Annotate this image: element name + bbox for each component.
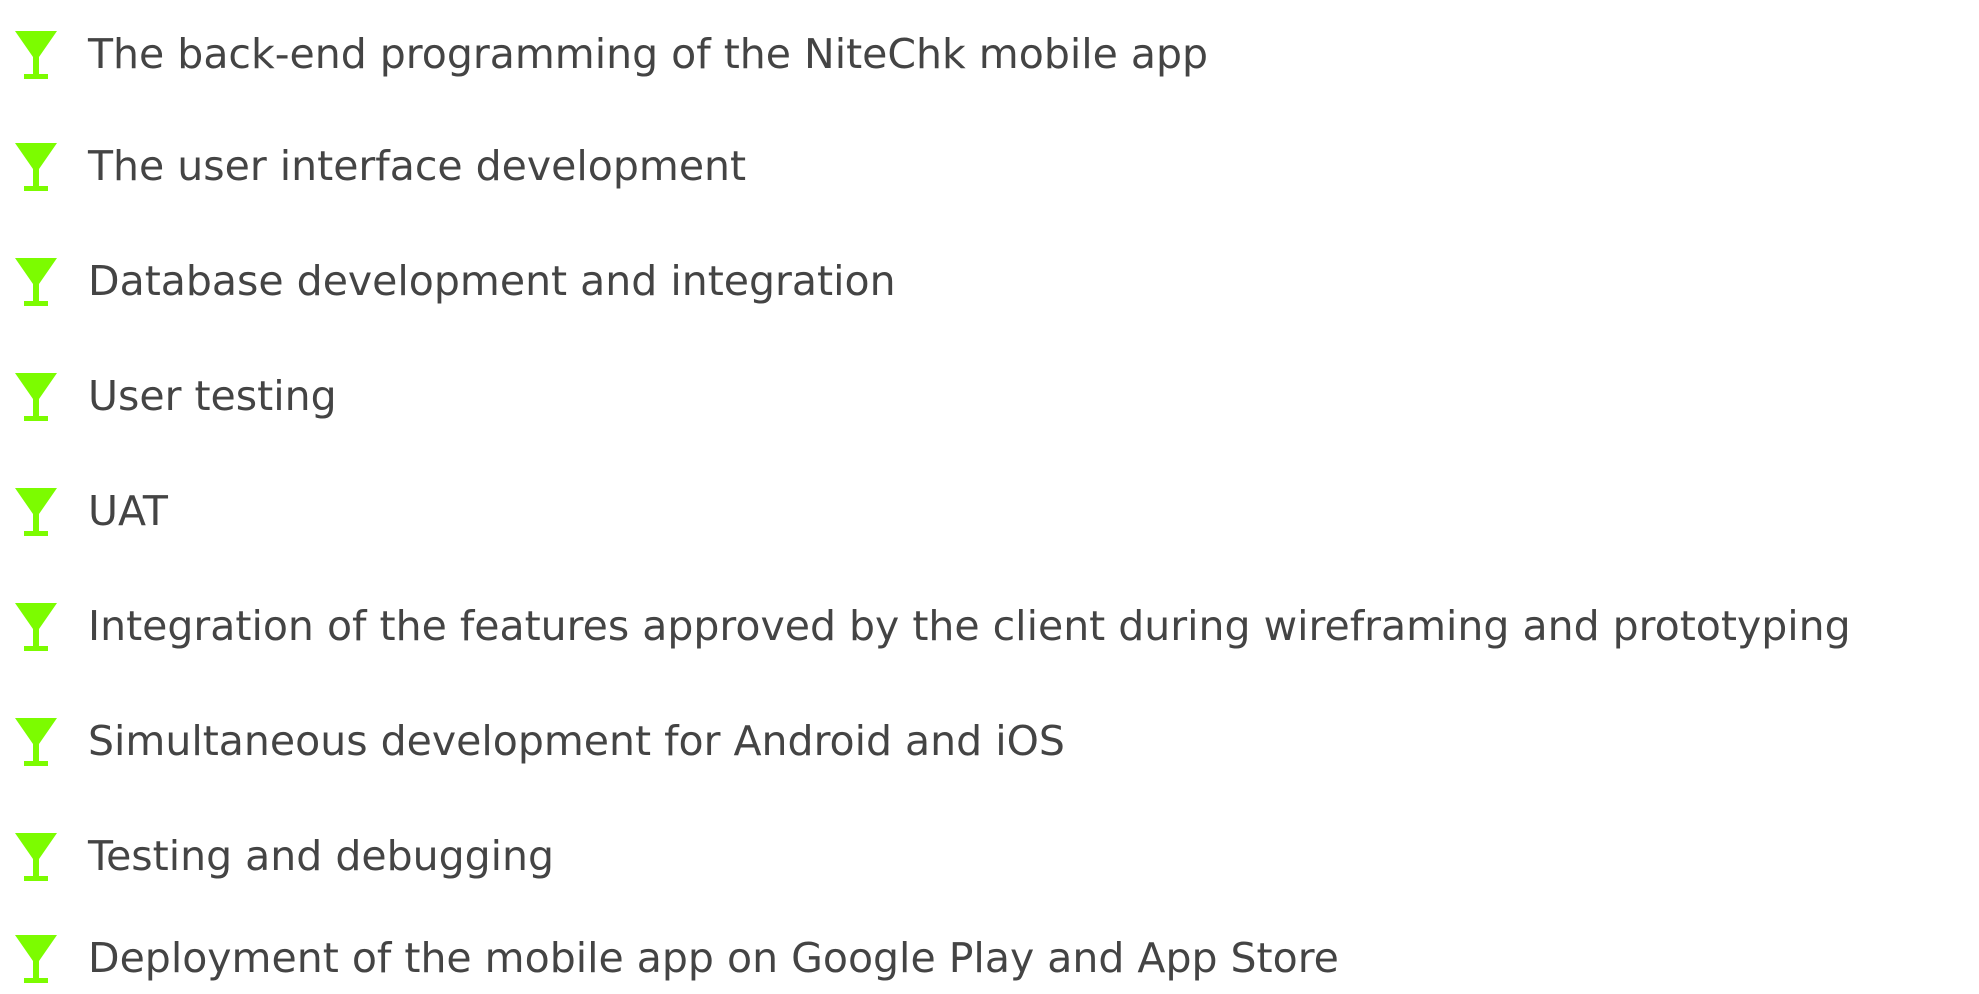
list-item-label: Deployment of the mobile app on Google P… [88, 934, 1339, 982]
martini-glass-icon [14, 602, 58, 652]
list-item: User testing [0, 366, 1979, 426]
list-item-label: Integration of the features approved by … [88, 602, 1851, 650]
list-item-label: Database development and integration [88, 257, 896, 305]
list-item: Integration of the features approved by … [0, 596, 1979, 656]
list-item: Testing and debugging [0, 826, 1979, 886]
list-item: Deployment of the mobile app on Google P… [0, 928, 1979, 988]
martini-glass-icon [14, 487, 58, 537]
list-item: The user interface development [0, 136, 1979, 196]
list-item-label: The user interface development [88, 142, 747, 190]
list-item: Database development and integration [0, 251, 1979, 311]
list-item: Simultaneous development for Android and… [0, 711, 1979, 771]
list-item: The back-end programming of the NiteChk … [0, 24, 1979, 84]
martini-glass-icon [14, 372, 58, 422]
martini-glass-icon [14, 832, 58, 882]
martini-glass-icon [14, 717, 58, 767]
martini-glass-icon [14, 142, 58, 192]
list-item-label: UAT [88, 487, 168, 535]
list-item-label: User testing [88, 372, 337, 420]
martini-glass-icon [14, 934, 58, 984]
martini-glass-icon [14, 30, 58, 80]
list-item: UAT [0, 481, 1979, 541]
martini-glass-icon [14, 257, 58, 307]
list-item-label: The back-end programming of the NiteChk … [88, 30, 1209, 78]
list-item-label: Testing and debugging [88, 832, 555, 880]
list-item-label: Simultaneous development for Android and… [88, 717, 1065, 765]
